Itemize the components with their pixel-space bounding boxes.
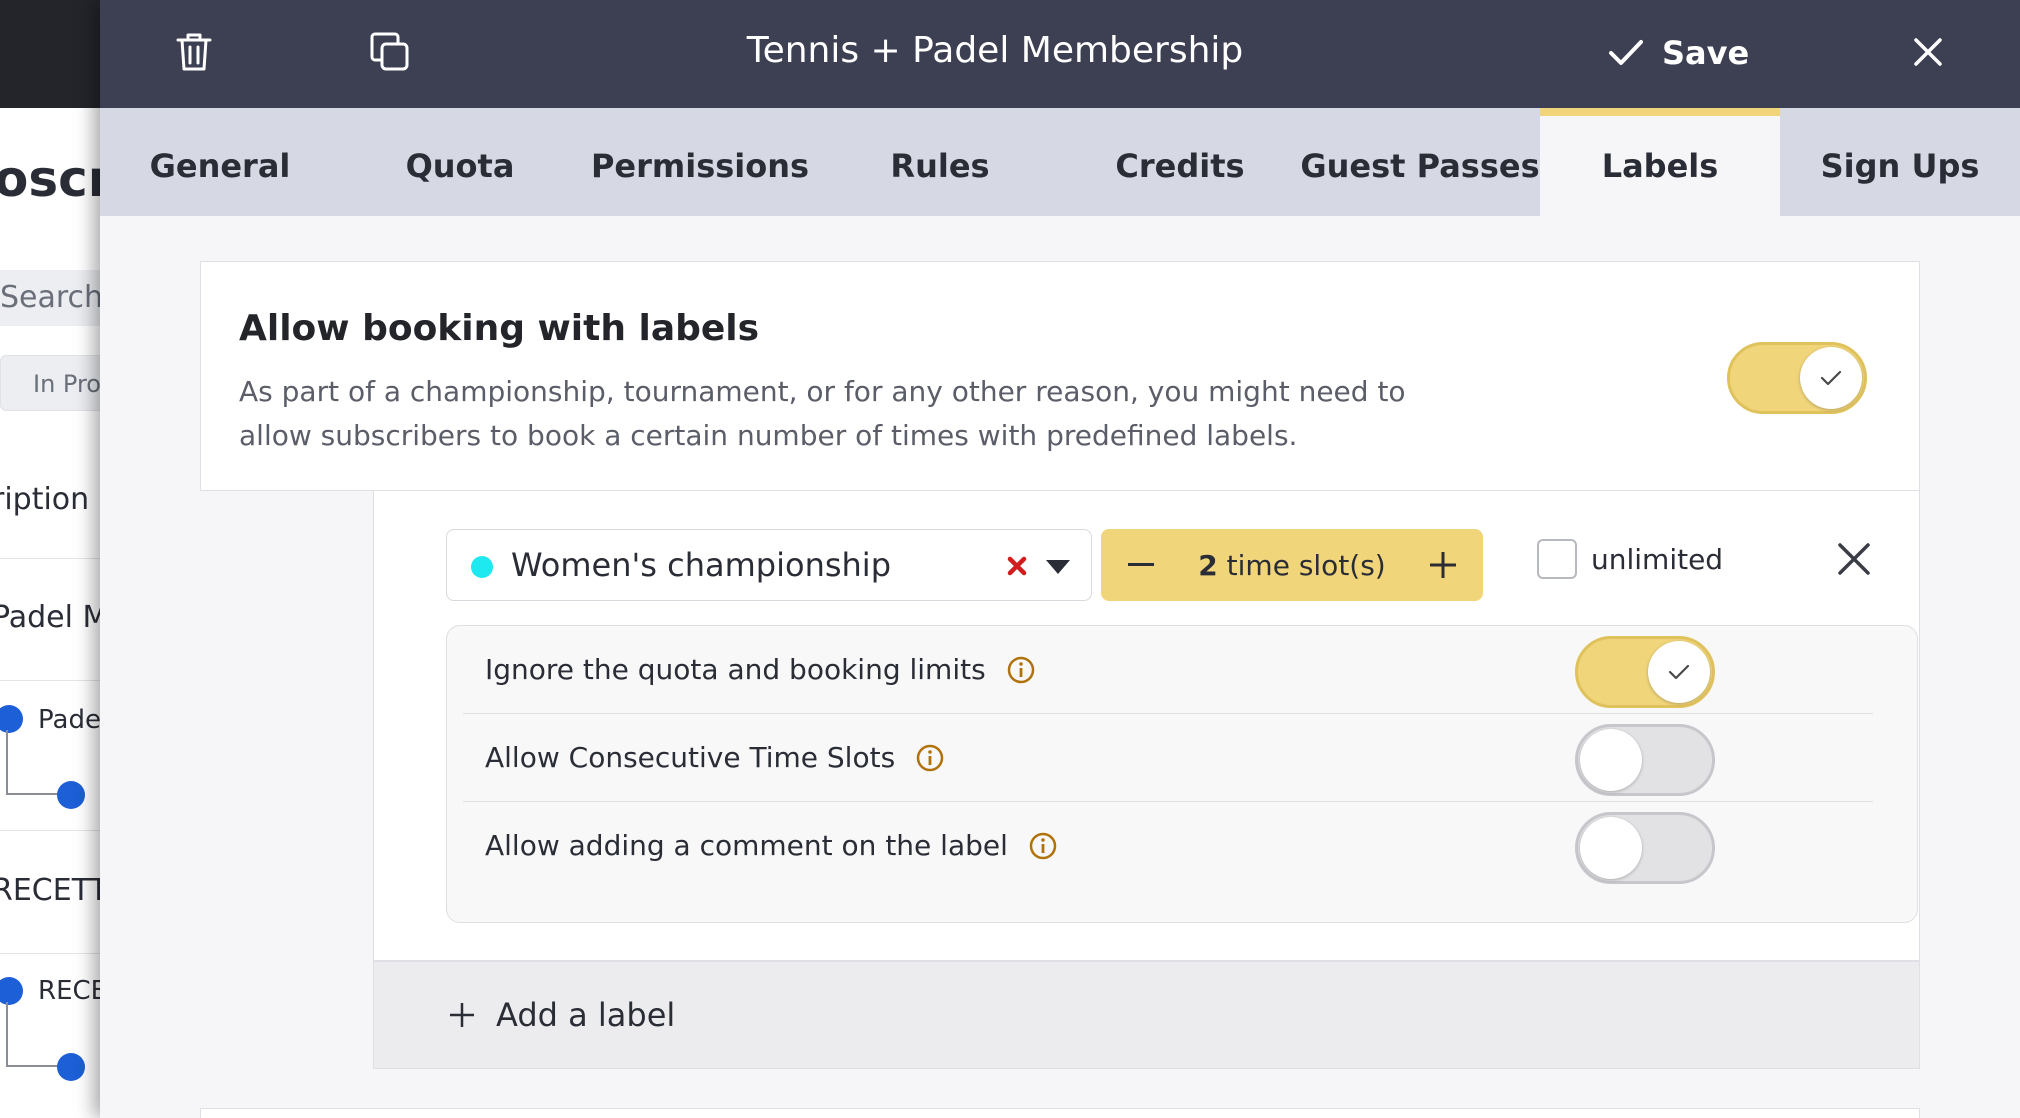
checkmark-icon — [1609, 40, 1643, 65]
tab-rules[interactable]: Rules — [820, 108, 1060, 216]
background-page-title: oscrip — [0, 150, 100, 208]
option-label-wrap: Ignore the quota and booking limits — [485, 653, 1036, 686]
option-label-wrap: Allow adding a comment on the label — [485, 829, 1058, 862]
ignore-quota-toggle[interactable] — [1575, 636, 1715, 708]
time-slots-unit: time slot(s) — [1226, 548, 1386, 582]
label-options-box: Ignore the quota and booking limits Allo… — [446, 625, 1918, 923]
info-icon[interactable] — [1006, 655, 1036, 685]
background-search-input[interactable]: Search — [0, 270, 100, 326]
tree-node-dot — [57, 781, 85, 809]
option-label: Ignore the quota and booking limits — [485, 653, 986, 686]
tab-bar: General Quota Permissions Rules Credits … — [100, 108, 2020, 216]
tree-connector — [6, 1065, 58, 1067]
tree-node-dot — [0, 705, 23, 733]
save-button-label: Save — [1662, 34, 1750, 72]
add-label-button[interactable]: Add a label — [373, 961, 1920, 1069]
background-list-item[interactable]: Padel Me — [0, 600, 100, 635]
option-label: Allow adding a comment on the label — [485, 829, 1008, 862]
minus-icon — [1128, 563, 1154, 566]
background-topbar — [0, 0, 100, 108]
option-row-ignore-quota: Ignore the quota and booking limits — [463, 626, 1873, 714]
consecutive-slots-toggle[interactable] — [1575, 724, 1715, 796]
plus-icon — [450, 1003, 474, 1027]
label-select[interactable]: Women's championship — [446, 529, 1092, 601]
subscription-edit-modal: Tennis + Padel Membership Save General Q… — [100, 0, 2020, 1118]
background-list-subitem[interactable]: Pade — [38, 705, 100, 735]
option-label-wrap: Allow Consecutive Time Slots — [485, 741, 945, 774]
check-icon — [1820, 370, 1842, 386]
unlimited-option: unlimited — [1537, 539, 1723, 579]
option-row-comment: Allow adding a comment on the label — [463, 802, 1873, 890]
tree-connector — [6, 730, 8, 794]
background-filter-chip[interactable]: In Pro — [0, 355, 100, 411]
tab-guest-passes[interactable]: Guest Passes — [1300, 108, 1540, 216]
decrement-button[interactable] — [1121, 545, 1161, 585]
section-title: Allow booking with labels — [239, 308, 760, 349]
toggle-knob — [1580, 817, 1642, 879]
time-slots-count: 2 — [1198, 548, 1218, 582]
unlimited-label: unlimited — [1591, 542, 1724, 576]
modal-header: Tennis + Padel Membership Save — [100, 0, 2020, 108]
tree-node-dot — [57, 1053, 85, 1081]
divider — [0, 558, 100, 559]
toggle-knob — [1648, 641, 1710, 703]
allow-labels-toggle[interactable] — [1727, 342, 1867, 414]
background-list-subitem[interactable]: RECE — [38, 976, 100, 1006]
time-slots-value: 2 time slot(s) — [1198, 549, 1385, 582]
next-card-edge — [200, 1108, 1920, 1118]
plus-icon — [1430, 552, 1456, 578]
info-icon[interactable] — [915, 743, 945, 773]
toggle-knob — [1580, 729, 1642, 791]
increment-button[interactable] — [1423, 545, 1463, 585]
tree-node-dot — [0, 977, 23, 1005]
tab-permissions[interactable]: Permissions — [580, 108, 820, 216]
option-row-consecutive-slots: Allow Consecutive Time Slots — [463, 714, 1873, 802]
check-icon — [1668, 664, 1690, 680]
add-label-text: Add a label — [496, 996, 676, 1034]
section-description: As part of a championship, tournament, o… — [239, 375, 1406, 452]
divider — [0, 953, 100, 954]
label-item-panel: Women's championship 2 time slot(s) unli… — [373, 491, 1920, 961]
clear-icon[interactable] — [1003, 552, 1031, 580]
labels-settings-card: Allow booking with labels As part of a c… — [200, 261, 1920, 491]
tree-connector — [6, 793, 58, 795]
comment-toggle[interactable] — [1575, 812, 1715, 884]
divider — [0, 680, 100, 681]
tab-quota[interactable]: Quota — [340, 108, 580, 216]
unlimited-checkbox[interactable] — [1537, 539, 1577, 579]
background-column-header: ription I — [0, 482, 100, 517]
tab-labels[interactable]: Labels — [1540, 108, 1780, 216]
tab-credits[interactable]: Credits — [1060, 108, 1300, 216]
chevron-down-icon[interactable] — [1043, 554, 1073, 578]
background-list-item[interactable]: RECETTE — [0, 873, 100, 908]
divider — [0, 830, 100, 831]
background-app: oscrip Search In Pro ription I Padel Me … — [0, 0, 100, 1118]
label-color-dot — [471, 556, 493, 578]
time-slots-stepper: 2 time slot(s) — [1101, 529, 1483, 601]
label-select-value: Women's championship — [511, 546, 891, 584]
save-button[interactable]: Save — [1608, 26, 1749, 80]
info-icon[interactable] — [1028, 831, 1058, 861]
close-icon[interactable] — [1900, 24, 1956, 80]
remove-label-icon[interactable] — [1832, 537, 1876, 581]
tab-general[interactable]: General — [100, 108, 340, 216]
tree-connector — [6, 1002, 8, 1066]
toggle-knob — [1800, 347, 1862, 409]
option-label: Allow Consecutive Time Slots — [485, 741, 896, 774]
tab-sign-ups[interactable]: Sign Ups — [1780, 108, 2020, 216]
